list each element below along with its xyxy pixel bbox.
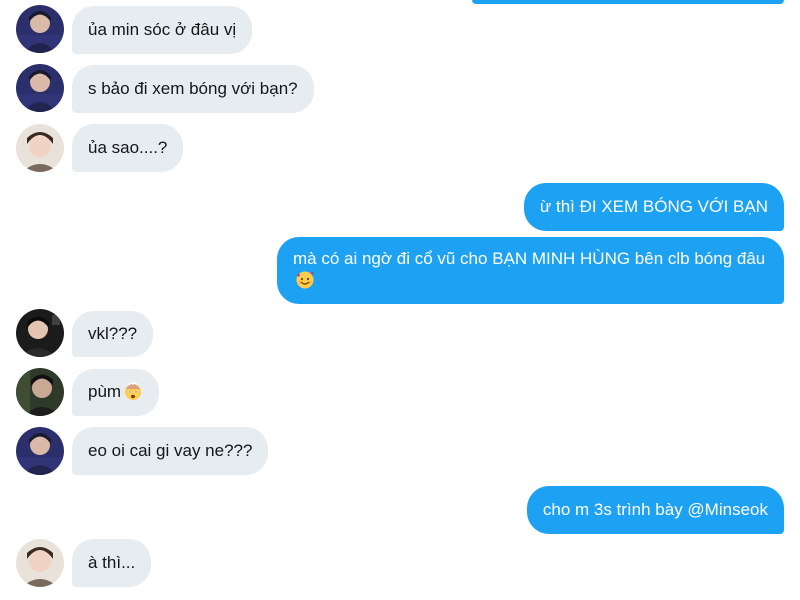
message-bubble-outgoing[interactable]: cho m 3s trình bày @Minseok <box>526 486 784 534</box>
message-text: ủa sao....? <box>88 138 168 157</box>
message-text: à thì... <box>88 553 136 572</box>
message-bubble-outgoing[interactable]: ừ thì ĐI XEM BÓNG VỚI BẠN <box>523 183 784 231</box>
exploding-head-emoji <box>125 381 142 400</box>
message-text: vkl??? <box>88 324 138 343</box>
message-bubble-outgoing[interactable]: mà có ai ngờ đi cổ vũ cho BẠN MINH HÙNG … <box>277 237 784 304</box>
dm-conversation: ủa min sóc ở đâu vị s bảo đi xem bóng vớ… <box>0 0 800 600</box>
message-bubble-incoming[interactable]: pùm <box>72 369 160 416</box>
message-bubble-incoming[interactable]: vkl??? <box>72 311 154 357</box>
message-text: ừ thì ĐI XEM BÓNG VỚI BẠN <box>539 197 768 216</box>
smiling-face-with-hearts-emoji <box>296 271 314 289</box>
message-bubble-incoming[interactable]: ủa sao....? <box>72 124 184 172</box>
avatar[interactable] <box>16 539 64 587</box>
message-text: cho m 3s trình bày @Minseok <box>542 500 768 519</box>
message-text: pùm <box>88 382 122 401</box>
message-bubble-incoming[interactable]: s bảo đi xem bóng với bạn? <box>72 65 314 113</box>
avatar[interactable] <box>16 124 64 172</box>
message-text: s bảo đi xem bóng với bạn? <box>88 79 298 98</box>
avatar[interactable] <box>16 309 64 357</box>
message-text: ủa min sóc ở đâu vị <box>88 20 237 39</box>
avatar[interactable] <box>16 64 64 112</box>
message-bubble-incoming[interactable]: ủa min sóc ở đâu vị <box>72 6 253 54</box>
message-text: eo oi cai gi vay ne??? <box>88 441 253 460</box>
avatar[interactable] <box>16 5 64 53</box>
message-bubble-incoming[interactable]: à thì... <box>72 539 152 587</box>
message-bubble-incoming[interactable]: eo oi cai gi vay ne??? <box>72 427 269 475</box>
avatar[interactable] <box>16 368 64 416</box>
message-text: mà có ai ngờ đi cổ vũ cho BẠN MINH HÙNG … <box>293 249 766 268</box>
previous-outgoing-bubble-edge <box>472 0 784 4</box>
avatar[interactable] <box>16 427 64 475</box>
